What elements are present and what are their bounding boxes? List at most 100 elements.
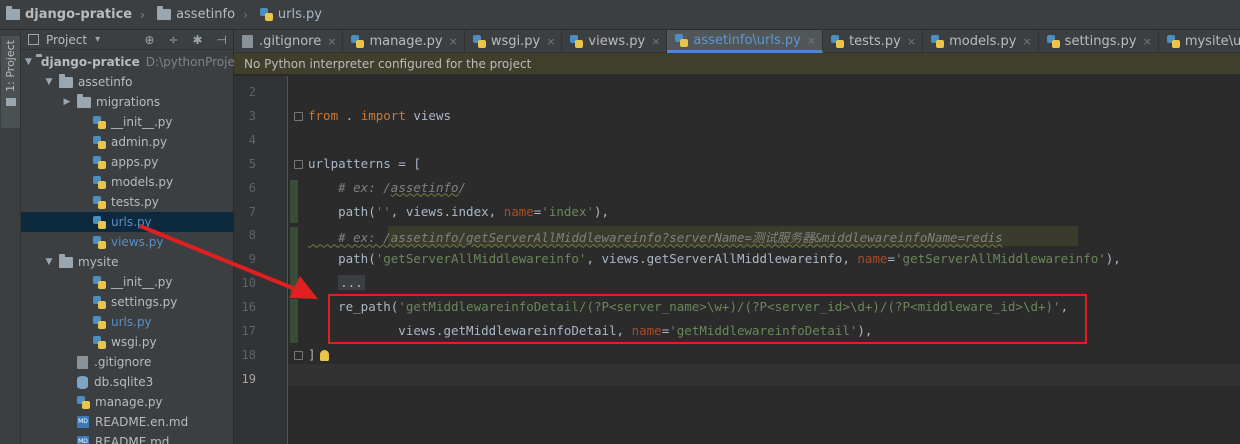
python-file-icon <box>93 175 106 189</box>
tree-item[interactable]: ▼ django-pratice D:\pythonProjec <box>21 52 241 72</box>
code-token: ] <box>308 346 316 362</box>
tree-item[interactable]: admin.py <box>21 132 234 152</box>
editor-tab-label: assetinfo\urls.py <box>693 32 801 48</box>
line-number: 10 <box>241 276 256 291</box>
collapse-all-icon[interactable]: ÷ <box>168 33 178 47</box>
expand-arrow-icon[interactable]: ▼ <box>43 257 55 267</box>
tree-item[interactable]: __init__.py <box>21 112 234 132</box>
folder-icon <box>6 6 20 20</box>
chevron-down-icon[interactable]: ▾ <box>95 34 100 45</box>
locate-file-icon[interactable]: ⊕ <box>144 33 154 47</box>
tree-item[interactable]: MD README.en.md <box>21 412 234 432</box>
tree-item[interactable]: urls.py <box>21 312 234 332</box>
breadcrumb-file[interactable]: urls.py <box>254 0 328 30</box>
line-number: 7 <box>248 204 256 219</box>
expand-arrow-icon[interactable]: ▼ <box>43 77 55 87</box>
project-view-icon <box>28 34 39 45</box>
breadcrumb-separator-icon: › <box>243 7 248 22</box>
code-token: # ex: / <box>308 179 391 195</box>
tree-item[interactable]: db.sqlite3 <box>21 372 234 392</box>
editor-tab[interactable]: manage.py × <box>343 30 465 53</box>
close-icon[interactable]: × <box>907 35 916 48</box>
editor-tab-label: models.py <box>949 34 1017 49</box>
folder-icon <box>59 253 73 268</box>
python-file-icon <box>1166 35 1180 48</box>
python-file-icon <box>93 235 106 249</box>
close-icon[interactable]: × <box>1022 35 1031 48</box>
tree-item[interactable]: __init__.py <box>21 272 234 292</box>
tree-item[interactable]: MD README.md <box>21 432 234 444</box>
tree-item[interactable]: ▼ mysite <box>21 252 234 272</box>
line-number: 4 <box>248 132 256 147</box>
editor-tab[interactable]: wsgi.py × <box>465 30 563 53</box>
code-line: ] <box>308 347 329 362</box>
editor-tab[interactable]: assetinfo\urls.py × <box>667 30 824 53</box>
tree-item[interactable]: models.py <box>21 172 234 192</box>
tree-item-label: migrations <box>96 95 161 109</box>
code-token: . <box>338 107 361 123</box>
python-file-icon <box>675 33 689 47</box>
gear-icon[interactable]: ✱ <box>192 33 202 47</box>
code-token: ... <box>338 275 365 291</box>
close-icon[interactable]: × <box>327 35 336 48</box>
markdown-file-icon: MD <box>77 436 89 444</box>
close-icon[interactable]: × <box>546 35 555 48</box>
tree-item[interactable]: urls.py <box>21 212 234 232</box>
project-view-selector[interactable]: Project <box>46 33 87 47</box>
editor-tab[interactable]: models.py × <box>923 30 1039 53</box>
tree-item-label: __init__.py <box>111 275 173 289</box>
folder-icon <box>157 6 172 20</box>
tree-item-label: assetinfo <box>78 75 133 89</box>
tree-item[interactable]: settings.py <box>21 292 234 312</box>
editor-tab-label: manage.py <box>369 34 443 49</box>
expand-arrow-icon[interactable]: ▼ <box>25 57 32 67</box>
code-line: urlpatterns = [ <box>308 156 421 171</box>
python-file-icon <box>259 8 273 21</box>
editor-tab[interactable]: mysite\urls.py× <box>1159 30 1240 53</box>
text-file-icon <box>242 35 253 48</box>
folder-icon <box>59 73 73 88</box>
hide-panel-icon[interactable]: ⊣ <box>217 33 227 47</box>
close-icon[interactable]: × <box>449 35 458 48</box>
breadcrumb-project[interactable]: django-pratice › <box>0 0 151 30</box>
collapse-arrow-icon[interactable]: ▶ <box>61 97 73 107</box>
code-token: ), <box>594 203 610 219</box>
project-tool-window-button[interactable]: 1: Project <box>1 36 20 128</box>
breadcrumb-folder[interactable]: assetinfo › <box>151 0 254 30</box>
tree-item[interactable]: apps.py <box>21 152 234 172</box>
close-icon[interactable]: × <box>1143 35 1152 48</box>
tree-item-label: views.py <box>111 235 164 249</box>
editor-tab[interactable]: .gitignore × <box>234 30 344 53</box>
tree-item[interactable]: ▶ migrations <box>21 92 234 112</box>
tree-item-label: mysite <box>78 255 119 269</box>
tree-item[interactable]: wsgi.py <box>21 332 234 352</box>
editor-tab[interactable]: settings.py × <box>1039 30 1159 53</box>
editor-tab[interactable]: views.py × <box>562 30 668 53</box>
tree-item[interactable]: ▼ assetinfo <box>21 72 234 92</box>
editor-tab-label: .gitignore <box>259 34 322 49</box>
tree-item-label: db.sqlite3 <box>94 375 154 389</box>
folder-icon <box>77 93 91 108</box>
lightbulb-icon[interactable] <box>319 349 329 361</box>
tree-item[interactable]: .gitignore <box>21 352 234 372</box>
tree-item[interactable]: views.py <box>21 232 234 252</box>
editor-gutter: 2 3 4 5 6 7 8 9 10 16 17 18 19 <box>234 76 303 444</box>
close-icon[interactable]: × <box>651 35 660 48</box>
code-editor[interactable]: 2 3 4 5 6 7 8 9 10 16 17 18 19 from . import views ur… <box>234 76 1240 444</box>
editor-tab-label: wsgi.py <box>490 34 541 49</box>
code-area[interactable]: from . import views urlpatterns = [ # ex:… <box>288 76 1240 444</box>
code-token: assetinfo <box>390 179 459 195</box>
close-icon[interactable]: × <box>807 34 816 47</box>
breadcrumb-separator-icon: › <box>140 7 146 22</box>
code-token: ), <box>1105 251 1121 267</box>
code-token: 'getServerAllMiddlewareinfo' <box>895 251 1106 267</box>
code-token: path( <box>308 203 376 219</box>
python-file-icon <box>77 395 90 409</box>
tree-item-label: wsgi.py <box>111 335 157 349</box>
line-number: 6 <box>248 180 256 195</box>
line-number: 9 <box>248 252 256 267</box>
code-token: 'getServerAllMiddlewareinfo' <box>375 251 587 267</box>
tree-item[interactable]: tests.py <box>21 192 234 212</box>
tree-item[interactable]: manage.py <box>21 392 234 412</box>
editor-tab[interactable]: tests.py × <box>823 30 924 53</box>
